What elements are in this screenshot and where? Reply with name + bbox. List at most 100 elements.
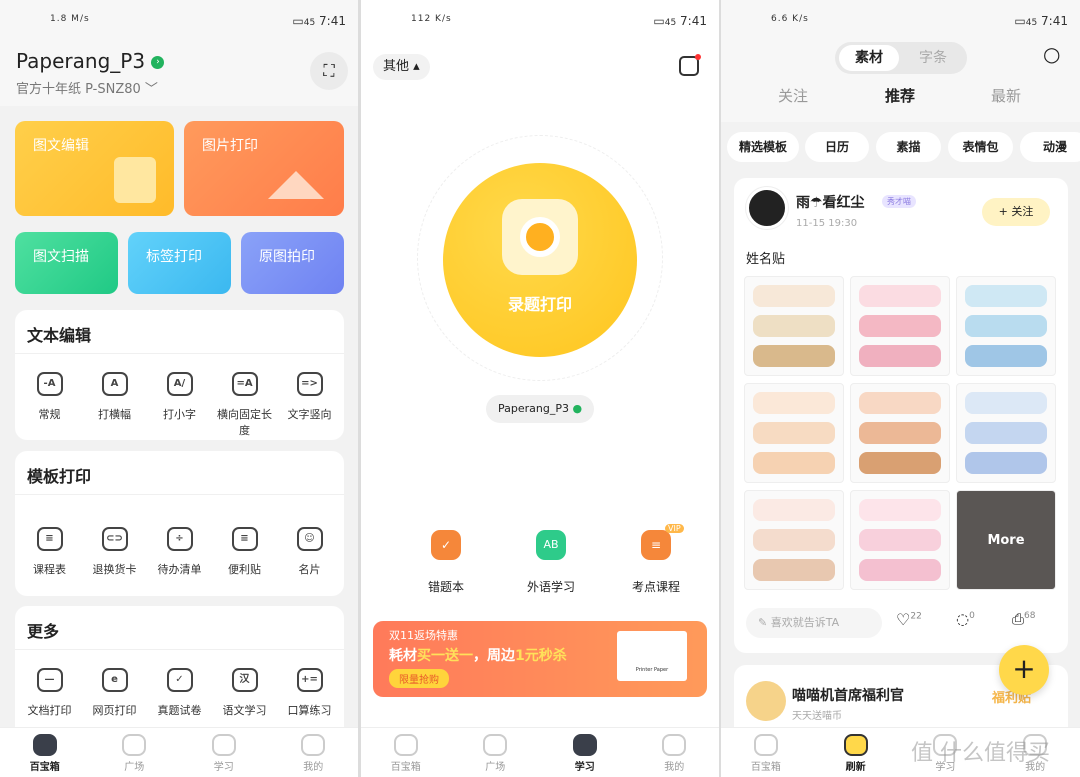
tool-todo[interactable]: ÷ 待办清单 (147, 527, 212, 577)
tool-business-card[interactable]: ☺ 名片 (277, 527, 342, 577)
section-title: 模板打印 (15, 451, 344, 495)
tab-me[interactable]: 我的 (269, 728, 359, 777)
buy-now-button[interactable]: 限量抢购 (389, 669, 449, 688)
avatar[interactable] (746, 681, 786, 721)
tab-me[interactable]: 我的 (630, 728, 720, 777)
chip-calendar[interactable]: 日历 (805, 132, 869, 162)
section-text-edit: 文本编辑 -A 常规 A 打横幅 A/打小字 =A 横向固定长度 => 文字竖向 (15, 310, 344, 440)
course-icon: ≡ (641, 530, 671, 560)
chip-anime[interactable]: 动漫 (1020, 132, 1080, 162)
device-name[interactable]: Paperang_P3 › (16, 49, 165, 73)
battery-icon: ▭ (653, 14, 665, 28)
banner-icon: A (101, 372, 128, 396)
tab-refresh[interactable]: 刷新 (811, 728, 901, 777)
thumbnail[interactable] (850, 383, 950, 483)
post-card: 雨☂看红尘 秀才喵 11-15 19:30 + 关注 姓名贴 More ✎ 喜欢… (734, 178, 1068, 653)
chip-templates[interactable]: 精选模板 (727, 132, 799, 162)
comment-button[interactable]: ◌0 (956, 610, 975, 628)
card-image-text-edit[interactable]: 图文编辑 (15, 121, 174, 216)
tool-return-card[interactable]: ⊂⊃ 退换货卡 (82, 527, 147, 577)
study-screen: 112 K/s ▭45 7:41 其他 ▴ 录题打印 Paperang_P3 ●… (361, 0, 719, 777)
mountain-icon (268, 171, 324, 199)
like-button[interactable]: ♡22 (896, 610, 922, 629)
tab-study[interactable]: 学习 (540, 728, 630, 777)
tab-plaza[interactable]: 广场 (451, 728, 541, 777)
cat-icon (662, 734, 687, 756)
card-label-print[interactable]: 标签打印 (128, 232, 231, 294)
vip-badge: VIP (665, 524, 684, 533)
thumbnail[interactable] (956, 276, 1056, 376)
thumbnail[interactable] (850, 276, 950, 376)
post-author[interactable]: 喵喵机首席福利官 (792, 685, 904, 705)
tab-toolbox[interactable]: 百宝箱 (0, 728, 90, 777)
toolbox-icon (393, 734, 418, 756)
tool-schedule[interactable]: ≡ 课程表 (17, 527, 82, 577)
create-post-button[interactable]: + (999, 645, 1049, 695)
thumbnail[interactable] (850, 490, 950, 590)
tool-arithmetic[interactable]: += 口算练习 (277, 668, 342, 718)
fixed-length-icon: =A (231, 372, 258, 396)
thumbnail[interactable] (744, 276, 844, 376)
tool-chinese[interactable]: 汉语文学习 (212, 668, 277, 718)
small-text-icon: A/ (166, 372, 193, 396)
tool-fixed-length[interactable]: =A 横向固定长度 (212, 372, 277, 438)
card-photo-print[interactable]: 原图拍印 (241, 232, 344, 294)
tab-study[interactable]: 学习 (179, 728, 269, 777)
tool-sticky-note[interactable]: ≡ 便利贴 (212, 527, 277, 577)
battery-icon: ▭ (292, 14, 304, 28)
tool-small-text[interactable]: A/打小字 (147, 372, 212, 438)
tab-toolbox[interactable]: 百宝箱 (721, 728, 811, 777)
tool-exam-paper[interactable]: ✓ 真题试卷 (147, 668, 212, 718)
task-list-icon[interactable] (679, 54, 701, 76)
tool-web-print[interactable]: e 网页打印 (82, 668, 147, 718)
scroll-icon: ✓ (166, 668, 193, 692)
print-button[interactable]: ⎙68 (1012, 610, 1035, 628)
tab-toolbox[interactable]: 百宝箱 (361, 728, 451, 777)
browser-icon: e (101, 668, 128, 692)
post-title: 姓名贴 (746, 252, 786, 267)
ab-icon: AB (536, 530, 566, 560)
thumbnail[interactable] (956, 383, 1056, 483)
chip-stickers[interactable]: 表情包 (948, 132, 1013, 162)
camera-icon (502, 199, 578, 275)
refresh-icon (843, 734, 868, 756)
tool-regular[interactable]: -A 常规 (17, 372, 82, 438)
promo-banner[interactable]: 双11返场特惠 耗材买一送一，周边1元秒杀 限量抢购 Printer Paper (373, 621, 707, 697)
scan-icon[interactable]: ⛶ (310, 52, 348, 90)
toolbox-screen: 1.8 M/s ▭45 7:41 Paperang_P3 › 官方十年纸 P-S… (0, 0, 358, 777)
follow-button[interactable]: + 关注 (982, 198, 1050, 226)
folder-icon: — (36, 668, 63, 692)
plaza-screen: 6.6 K/s ▭45 7:41 素材 字条 ○ 关注 推荐 最新 精选模板 日… (721, 0, 1080, 777)
tab-plaza[interactable]: 广场 (90, 728, 180, 777)
feed-recommended[interactable]: 推荐 (885, 85, 915, 106)
notebook-icon: ✓ (431, 530, 461, 560)
calendar-icon: ≡ (36, 527, 63, 551)
tool-doc-print[interactable]: — 文档打印 (17, 668, 82, 718)
thumbnail[interactable] (744, 383, 844, 483)
search-icon[interactable]: ○ (1043, 42, 1060, 66)
card-scan[interactable]: 图文扫描 (15, 232, 118, 294)
seg-notes[interactable]: 字条 (903, 45, 963, 71)
record-print-button[interactable]: 录题打印 (443, 163, 637, 357)
tool-exam-course[interactable]: ≡ 考点课程 VIP (611, 524, 701, 595)
device-chip[interactable]: Paperang_P3 ● (486, 395, 595, 423)
chip-sketch[interactable]: 素描 (876, 132, 941, 162)
post-author[interactable]: 雨☂看红尘 (796, 192, 865, 212)
tool-vertical-text[interactable]: => 文字竖向 (277, 372, 342, 438)
avatar[interactable] (746, 187, 788, 229)
feed-following[interactable]: 关注 (778, 85, 808, 106)
tool-banner[interactable]: A 打横幅 (82, 372, 147, 438)
paper-selector[interactable]: 官方十年纸 P-SNZ80 ﹀ (16, 78, 158, 97)
feed-latest[interactable]: 最新 (991, 85, 1021, 106)
filter-dropdown[interactable]: 其他 ▴ (373, 54, 430, 80)
tool-foreign-language[interactable]: AB 外语学习 (506, 530, 596, 595)
chat-icon (114, 157, 156, 203)
plaza-icon (483, 734, 508, 756)
more-thumbnails[interactable]: More (956, 490, 1056, 590)
comment-input[interactable]: ✎ 喜欢就告诉TA (746, 608, 882, 638)
seg-materials[interactable]: 素材 (839, 45, 899, 71)
tool-wrong-questions[interactable]: ✓ 错题本 (401, 530, 491, 595)
card-image-print[interactable]: 图片打印 (184, 121, 344, 216)
thumbnail[interactable] (744, 490, 844, 590)
clock: 7:41 (319, 14, 346, 28)
